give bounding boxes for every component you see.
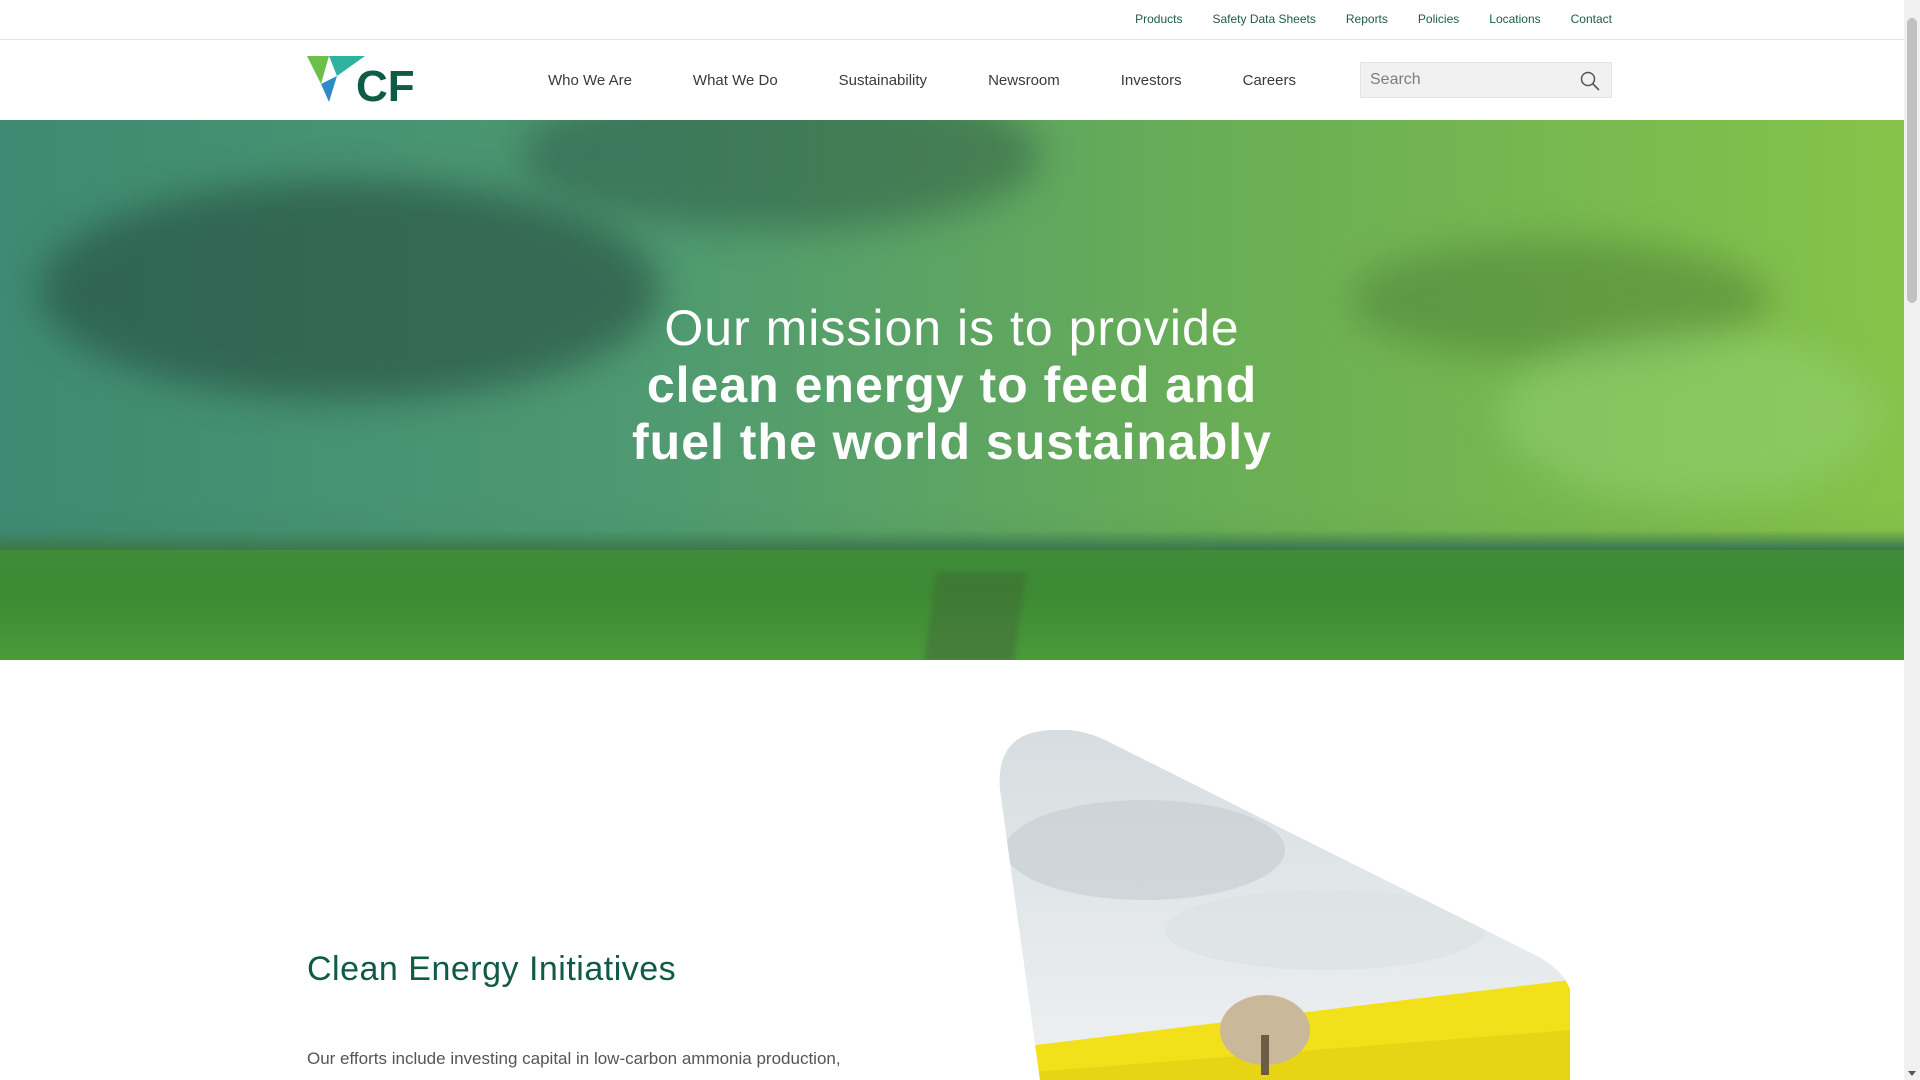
section-image: [995, 730, 1570, 1080]
utility-link-reports[interactable]: Reports: [1346, 12, 1388, 26]
page-scrollbar[interactable]: [1904, 0, 1920, 1080]
section-body: Our efforts include investing capital in…: [307, 1049, 841, 1080]
utility-nav: Products Safety Data Sheets Reports Poli…: [1105, 12, 1612, 26]
nav-item-what-we-do[interactable]: What We Do: [693, 72, 778, 89]
scroll-down-arrow-icon[interactable]: [1908, 1071, 1916, 1076]
hero-line-2: clean energy to feed and: [646, 357, 1258, 413]
scrollbar-thumb[interactable]: [1907, 18, 1917, 303]
utility-bar: Products Safety Data Sheets Reports Poli…: [0, 0, 1904, 40]
primary-nav: Who We Are What We Do Sustainability New…: [548, 40, 1296, 120]
hero-line-3: fuel the world sustainably: [632, 414, 1272, 470]
utility-link-contact[interactable]: Contact: [1571, 12, 1612, 26]
hero-cloud-shape: [520, 120, 1040, 230]
utility-link-locations[interactable]: Locations: [1489, 12, 1540, 26]
hero-field-track: [923, 572, 1027, 660]
section-title: Clean Energy Initiatives: [307, 950, 677, 988]
utility-link-policies[interactable]: Policies: [1418, 12, 1459, 26]
utility-link-products[interactable]: Products: [1135, 12, 1182, 26]
main-nav: CF Who We Are What We Do Sustainability …: [0, 40, 1904, 120]
nav-item-who-we-are[interactable]: Who We Are: [548, 72, 632, 89]
utility-link-safety-data-sheets[interactable]: Safety Data Sheets: [1212, 12, 1315, 26]
cf-triangle-logo-icon: CF: [307, 56, 415, 111]
search-input[interactable]: [1361, 63, 1571, 97]
nav-item-careers[interactable]: Careers: [1243, 72, 1296, 89]
hero-line-1: Our mission is to provide: [664, 300, 1240, 356]
hero-heading: Our mission is to provide clean energy t…: [0, 300, 1904, 471]
nav-item-investors[interactable]: Investors: [1121, 72, 1182, 89]
cf-logo[interactable]: CF: [307, 54, 419, 111]
search-box: [1360, 62, 1612, 98]
hero-banner: Our mission is to provide clean energy t…: [0, 120, 1904, 660]
nav-item-newsroom[interactable]: Newsroom: [988, 72, 1060, 89]
search-icon[interactable]: [1580, 71, 1600, 91]
logo-text: CF: [356, 62, 415, 106]
nav-item-sustainability[interactable]: Sustainability: [839, 72, 927, 89]
